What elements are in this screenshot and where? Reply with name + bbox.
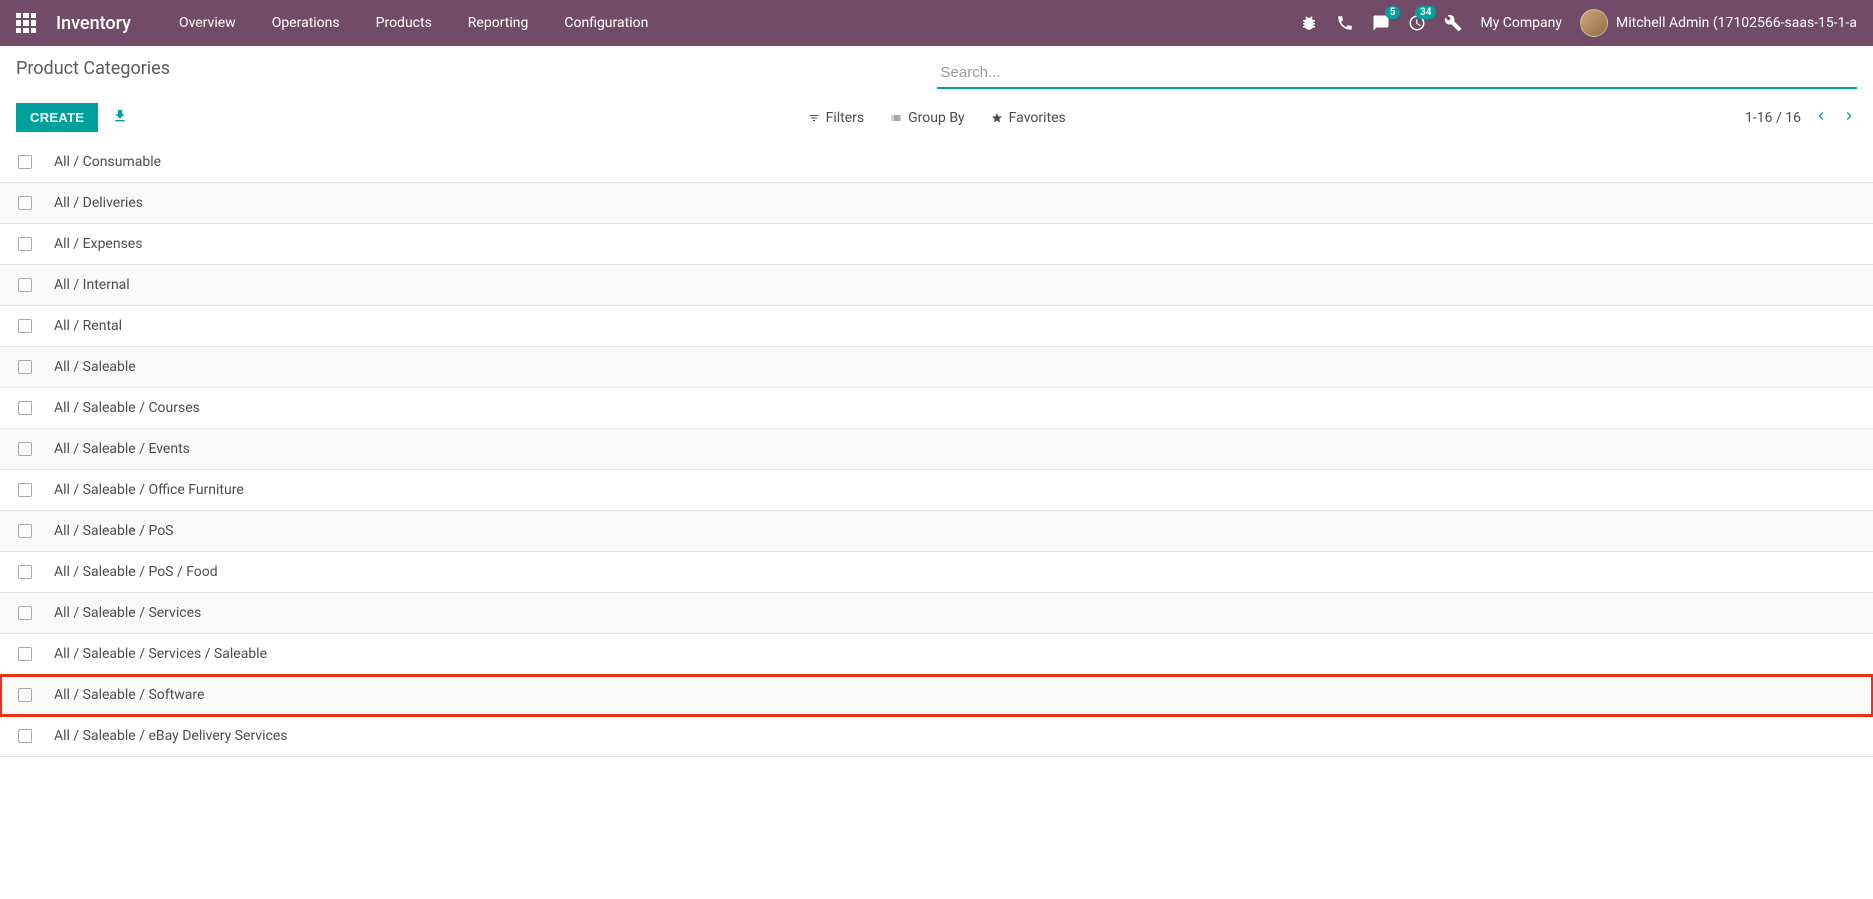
row-checkbox[interactable] — [18, 278, 32, 292]
nav-link-configuration[interactable]: Configuration — [546, 0, 666, 46]
row-label: All / Saleable / Events — [54, 441, 190, 457]
row-label: All / Saleable / Services — [54, 605, 201, 621]
list-view: All / Consumable All / Deliveries All / Ex… — [0, 142, 1873, 757]
apps-icon[interactable] — [16, 13, 36, 33]
navbar-right: 5 34 My Company Mitchell Admin (17102566… — [1300, 9, 1857, 37]
navbar-left: Inventory OverviewOperationsProductsRepo… — [16, 0, 666, 46]
pager-text: 1-16 / 16 — [1745, 110, 1801, 126]
nav-link-products[interactable]: Products — [358, 0, 450, 46]
search-options: Filters Group By Favorites — [808, 110, 1066, 126]
row-checkbox[interactable] — [18, 442, 32, 456]
row-checkbox[interactable] — [18, 360, 32, 374]
row-label: All / Saleable / Courses — [54, 400, 200, 416]
bug-icon[interactable] — [1300, 14, 1318, 32]
row-label: All / Saleable / Office Furniture — [54, 482, 244, 498]
table-row[interactable]: All / Saleable / Office Furniture — [0, 470, 1873, 511]
import-button[interactable] — [112, 108, 128, 128]
chevron-left-icon — [1813, 108, 1829, 124]
page-title: Product Categories — [16, 58, 170, 79]
nav-link-reporting[interactable]: Reporting — [450, 0, 547, 46]
chevron-right-icon — [1841, 108, 1857, 124]
filters-button[interactable]: Filters — [808, 110, 865, 126]
row-checkbox[interactable] — [18, 196, 32, 210]
table-row[interactable]: All / Saleable / Services — [0, 593, 1873, 634]
table-row[interactable]: All / Saleable / Software — [0, 675, 1873, 716]
row-label: All / Consumable — [54, 154, 161, 170]
row-checkbox[interactable] — [18, 155, 32, 169]
row-checkbox[interactable] — [18, 647, 32, 661]
row-label: All / Saleable / PoS — [54, 523, 174, 539]
groupby-button[interactable]: Group By — [890, 110, 965, 126]
app-brand[interactable]: Inventory — [56, 13, 131, 34]
nav-link-overview[interactable]: Overview — [161, 0, 254, 46]
table-row[interactable]: All / Saleable / PoS / Food — [0, 552, 1873, 593]
messages-icon[interactable]: 5 — [1372, 14, 1390, 32]
table-row[interactable]: All / Saleable / PoS — [0, 511, 1873, 552]
table-row[interactable]: All / Saleable / Courses — [0, 388, 1873, 429]
row-checkbox[interactable] — [18, 565, 32, 579]
row-label: All / Rental — [54, 318, 122, 334]
list-icon — [890, 112, 902, 124]
row-label: All / Saleable / eBay Delivery Services — [54, 728, 287, 744]
row-checkbox[interactable] — [18, 729, 32, 743]
row-checkbox[interactable] — [18, 524, 32, 538]
messages-badge: 5 — [1385, 6, 1401, 19]
row-checkbox[interactable] — [18, 483, 32, 497]
activity-icon[interactable]: 34 — [1408, 14, 1426, 32]
table-row[interactable]: All / Saleable / Events — [0, 429, 1873, 470]
table-row[interactable]: All / Saleable / Services / Saleable — [0, 634, 1873, 675]
filter-icon — [808, 112, 820, 124]
row-checkbox[interactable] — [18, 401, 32, 415]
control-panel: Product Categories CREATE Filters Group … — [0, 46, 1873, 142]
favorites-button[interactable]: Favorites — [991, 110, 1066, 126]
avatar — [1580, 9, 1608, 37]
row-checkbox[interactable] — [18, 319, 32, 333]
row-label: All / Saleable / Software — [54, 687, 204, 703]
nav-menus: OverviewOperationsProductsReportingConfi… — [161, 0, 666, 46]
table-row[interactable]: All / Deliveries — [0, 183, 1873, 224]
row-label: All / Deliveries — [54, 195, 143, 211]
row-checkbox[interactable] — [18, 688, 32, 702]
activity-badge: 34 — [1415, 6, 1436, 19]
tools-icon[interactable] — [1444, 14, 1462, 32]
table-row[interactable]: All / Saleable / eBay Delivery Services — [0, 716, 1873, 757]
row-label: All / Saleable / PoS / Food — [54, 564, 218, 580]
company-switcher[interactable]: My Company — [1480, 15, 1562, 31]
row-checkbox[interactable] — [18, 237, 32, 251]
star-icon — [991, 112, 1003, 124]
phone-icon[interactable] — [1336, 14, 1354, 32]
table-row[interactable]: All / Expenses — [0, 224, 1873, 265]
create-button[interactable]: CREATE — [16, 103, 98, 132]
table-row[interactable]: All / Internal — [0, 265, 1873, 306]
table-row[interactable]: All / Saleable — [0, 347, 1873, 388]
main-navbar: Inventory OverviewOperationsProductsRepo… — [0, 0, 1873, 46]
user-menu[interactable]: Mitchell Admin (17102566-saas-15-1-a — [1580, 9, 1857, 37]
search-input[interactable] — [937, 58, 1858, 89]
row-label: All / Internal — [54, 277, 130, 293]
row-checkbox[interactable] — [18, 606, 32, 620]
row-label: All / Saleable / Services / Saleable — [54, 646, 267, 662]
row-label: All / Saleable — [54, 359, 136, 375]
pager: 1-16 / 16 — [1745, 108, 1857, 128]
pager-prev[interactable] — [1813, 108, 1829, 128]
user-name: Mitchell Admin (17102566-saas-15-1-a — [1616, 15, 1857, 31]
row-label: All / Expenses — [54, 236, 142, 252]
table-row[interactable]: All / Consumable — [0, 142, 1873, 183]
pager-next[interactable] — [1841, 108, 1857, 128]
nav-link-operations[interactable]: Operations — [254, 0, 358, 46]
table-row[interactable]: All / Rental — [0, 306, 1873, 347]
